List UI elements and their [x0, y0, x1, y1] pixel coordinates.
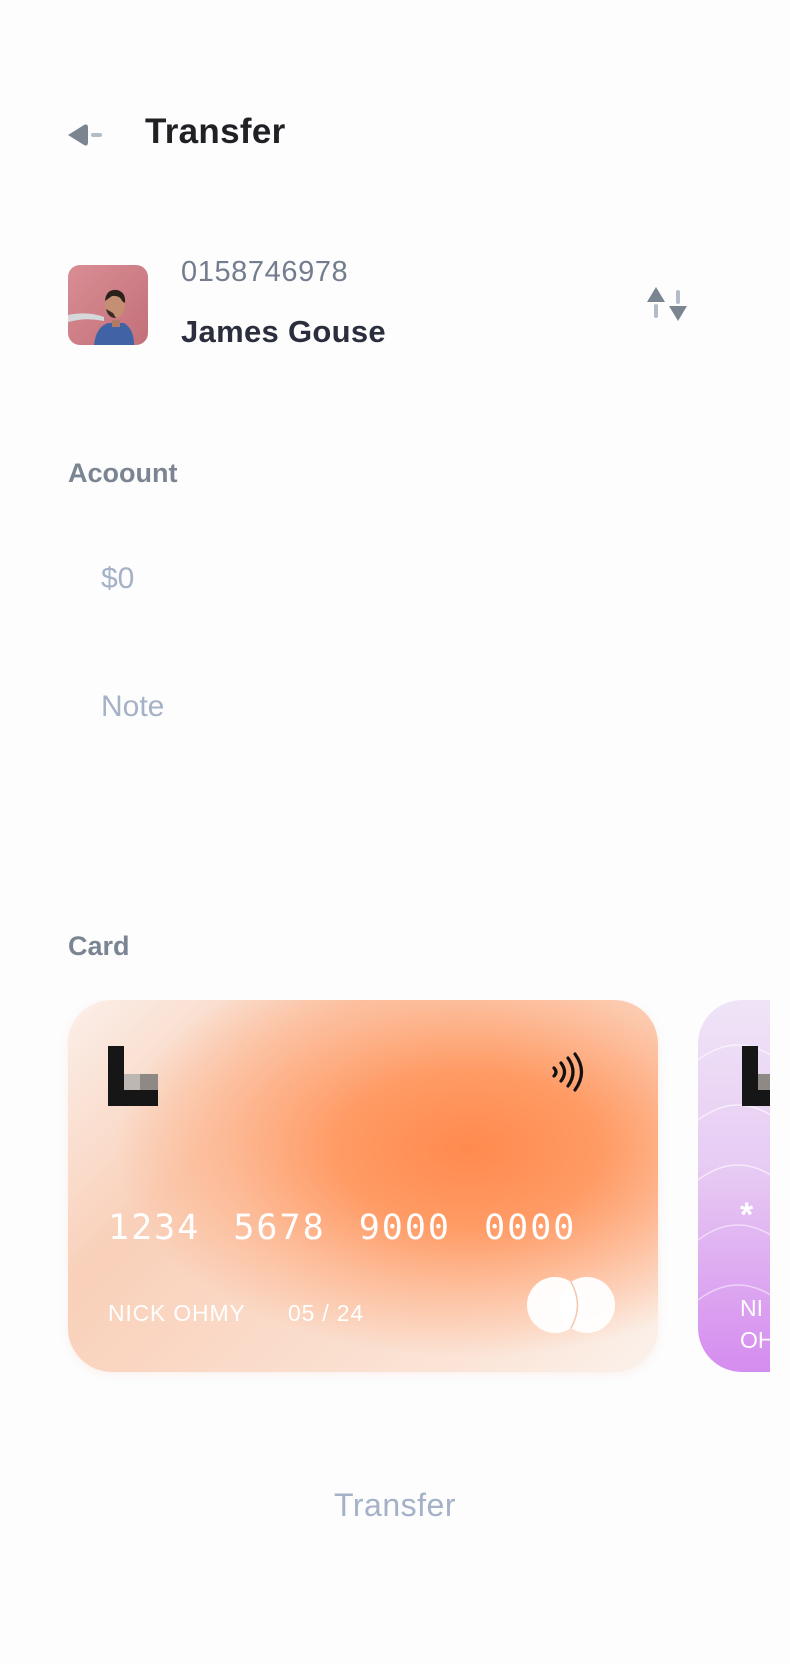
swap-vertical-icon: [647, 287, 687, 321]
payment-card[interactable]: 1234 5678 9000 0000 NICK OHMY 05 / 24: [68, 1000, 658, 1372]
payment-card-secondary[interactable]: * NI OH: [698, 1000, 770, 1372]
recipient-account-number: 0158746978: [181, 256, 349, 288]
note-input[interactable]: [68, 672, 688, 742]
contactless-icon: [552, 1052, 584, 1092]
card-number-masked: *: [740, 1196, 754, 1234]
transfer-button[interactable]: Transfer: [195, 1470, 595, 1540]
card-section-label: Card: [68, 931, 130, 961]
avatar-image: [68, 289, 134, 345]
amount-input[interactable]: [68, 544, 688, 614]
back-button[interactable]: [66, 122, 106, 148]
card-brand-logo: [742, 1046, 770, 1106]
card-brand-logo: [108, 1046, 158, 1106]
swap-recipient-button[interactable]: [645, 284, 689, 324]
mastercard-icon: [527, 1277, 615, 1333]
card-holder-line-2: OH: [740, 1327, 770, 1353]
arrow-left-icon: [68, 124, 102, 146]
page-title: Transfer: [145, 112, 286, 151]
account-section-label: Acoount: [68, 458, 178, 488]
recipient-name: James Gouse: [181, 314, 386, 349]
card-holder-line-1: NI: [740, 1295, 763, 1321]
card-expiry-date: 05 / 24: [288, 1300, 364, 1326]
card-carousel[interactable]: 1234 5678 9000 0000 NICK OHMY 05 / 24 * …: [0, 1000, 770, 1390]
avatar: [68, 265, 148, 345]
card-holder-name: NICK OHMY: [108, 1300, 246, 1326]
card-number: 1234 5678 9000 0000: [108, 1208, 577, 1248]
card-holder-name: NI OH: [740, 1292, 770, 1356]
